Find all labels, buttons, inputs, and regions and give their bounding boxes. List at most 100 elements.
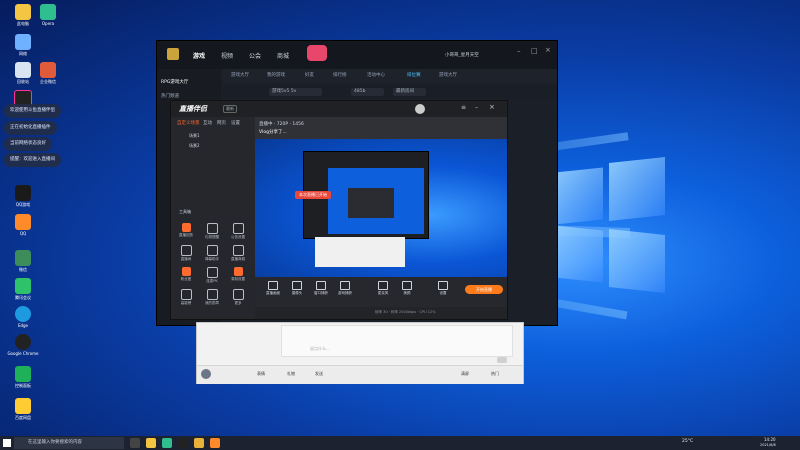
avatar[interactable] xyxy=(201,369,211,379)
app-icon[interactable] xyxy=(194,438,204,448)
app-icon[interactable] xyxy=(162,438,172,448)
minimize-button[interactable]: – xyxy=(517,47,521,55)
filter-select[interactable]: 485b xyxy=(351,88,384,96)
taskview-icon[interactable] xyxy=(130,438,140,448)
tool-item[interactable]: 直播回放 xyxy=(177,223,195,238)
tool-item[interactable]: 礼物提醒 xyxy=(203,223,221,240)
tool-item[interactable]: 录制设置 xyxy=(229,267,247,282)
taskbar: 在这里输入你要搜索的内容 25°C 14:20 2021/6/8 xyxy=(0,436,800,450)
tool-beauty[interactable]: 美颜 xyxy=(399,281,415,296)
start-button[interactable] xyxy=(3,439,11,447)
stream-title[interactable]: Vlog分享了... xyxy=(259,129,287,135)
nav-video[interactable]: 视频 xyxy=(221,51,233,60)
subnav-item[interactable]: 好友 xyxy=(305,72,314,78)
avatar[interactable] xyxy=(415,104,425,114)
tool-scene[interactable]: 直播画面 xyxy=(265,281,281,296)
chat-tool[interactable]: 清屏 xyxy=(461,371,469,377)
toolbox-header: 工具箱 xyxy=(179,209,191,214)
filter-select[interactable]: 游戏5v5 5v xyxy=(269,88,322,96)
desktop-icon-qq-game[interactable]: QQ游戏 xyxy=(5,185,41,213)
desktop-icon-opera[interactable]: Opera xyxy=(30,4,66,32)
tab-web[interactable]: 网页 xyxy=(217,120,226,126)
game-filter-bar: 游戏5v5 5v 485b 最新房间 xyxy=(223,85,557,99)
tool-settings[interactable]: 设置 xyxy=(435,281,451,296)
subnav-item[interactable]: 排行榜 xyxy=(333,72,347,78)
notification-toast[interactable]: 提醒：欢迎进入直播间 xyxy=(4,153,61,167)
tool-item[interactable]: 更多 xyxy=(229,289,247,306)
live-status-bar: 帧率 30 · 码率 2500kbps · CPU 12% xyxy=(255,307,507,319)
tool-item[interactable]: 我的勋章 xyxy=(203,289,221,306)
tool-item[interactable]: 直播间 xyxy=(177,245,195,262)
chat-tool[interactable]: 发送 xyxy=(315,371,323,377)
notification-toast[interactable]: 欢迎使用斗鱼直播伴侣 xyxy=(4,104,61,118)
app-icon[interactable] xyxy=(178,438,188,448)
chat-tool[interactable]: 热门 xyxy=(491,371,499,377)
tab-scene[interactable]: 自定义场景 xyxy=(177,120,200,126)
menu-icon[interactable]: ≡ xyxy=(461,104,466,111)
windows-logo-icon xyxy=(555,157,665,293)
subnav-item[interactable]: 游戏大厅 xyxy=(439,72,457,78)
desktop-icon-baidu-netdisk[interactable]: 百度网盘 xyxy=(5,398,41,426)
desktop-icon-chrome[interactable]: Google Chrome xyxy=(5,334,41,362)
tool-item[interactable]: 公告设置 xyxy=(229,223,247,240)
desktop-icon-control-panel[interactable]: 控制面板 xyxy=(5,366,41,394)
close-button[interactable]: × xyxy=(489,103,495,111)
chat-input[interactable]: 说点什么... xyxy=(281,325,513,357)
clock-time[interactable]: 14:20 xyxy=(764,437,776,442)
notification-toast[interactable]: 当前网络状态良好 xyxy=(4,137,52,151)
live-brand: 直播伴侣 xyxy=(179,105,207,113)
taskbar-search[interactable]: 在这里输入你要搜索的内容 xyxy=(14,437,124,449)
maximize-button[interactable]: □ xyxy=(531,47,538,55)
chat-send-button[interactable] xyxy=(497,357,507,363)
stream-info: 直播中 · 720P · 1456 xyxy=(259,122,304,127)
user-name[interactable]: 小哥哥_星月天空 xyxy=(445,52,479,58)
live-titlebar: 直播伴侣 最新 ≡ – × xyxy=(171,101,507,117)
chat-tool[interactable]: 礼物 xyxy=(287,371,295,377)
notification-toast[interactable]: 正在初始化直播插件 xyxy=(4,121,57,135)
desktop-icon-network[interactable]: 网络 xyxy=(5,34,41,62)
close-button[interactable]: × xyxy=(545,46,551,54)
tool-window-capture[interactable]: 窗口捕获 xyxy=(313,281,329,296)
desktop-icon-edge[interactable]: Edge xyxy=(5,306,41,334)
tool-item[interactable]: 直播商城 xyxy=(229,245,247,262)
app-icon[interactable] xyxy=(210,438,220,448)
desktop-icon-wechat[interactable]: 微信 xyxy=(5,250,41,278)
sidebar-item[interactable]: 热门频道 xyxy=(161,93,179,99)
start-live-button[interactable]: 开始直播 xyxy=(465,285,503,294)
nav-mall[interactable]: 商城 xyxy=(277,51,289,60)
tab-interact[interactable]: 互动 xyxy=(203,120,212,126)
tool-item[interactable]: 弹幕助手 xyxy=(203,245,221,262)
minimize-button[interactable]: – xyxy=(475,104,478,111)
sidebar-header[interactable]: RPG游戏大厅 xyxy=(161,79,188,85)
game-titlebar: 游戏 视频 公会 商城 小哥哥_星月天空 – □ × xyxy=(157,41,557,69)
promo-badge-icon[interactable] xyxy=(307,45,327,61)
filter-select[interactable]: 最新房间 xyxy=(393,88,426,96)
chat-window: 说点什么... 表情 礼物 发送 清屏 热门 xyxy=(196,322,524,384)
tool-camera[interactable]: 摄像头 xyxy=(289,281,305,296)
nav-guild[interactable]: 公会 xyxy=(249,51,261,60)
tool-microphone[interactable]: 麦克风 xyxy=(375,281,391,296)
tool-item[interactable]: 粉丝团 xyxy=(177,267,195,282)
desktop-icon-qq[interactable]: QQ xyxy=(5,214,41,242)
desktop-icon-enterprise-wechat[interactable]: 企业微信 xyxy=(30,62,66,90)
scene-item[interactable]: 场景1 xyxy=(189,133,200,139)
subnav-item[interactable]: 我的游戏 xyxy=(267,72,285,78)
file-explorer-icon[interactable] xyxy=(146,438,156,448)
chat-placeholder: 说点什么... xyxy=(310,346,330,351)
subnav-item-active[interactable]: 排位赛 xyxy=(407,72,421,78)
nav-game[interactable]: 游戏 xyxy=(193,51,205,60)
overlay-notice[interactable]: 本次直播已开始 xyxy=(295,191,331,199)
live-center-panel: 直播中 · 720P · 1456 Vlog分享了... 本次直播已开始 直播画… xyxy=(255,117,507,319)
clock-date[interactable]: 2021/6/8 xyxy=(760,443,776,447)
tab-settings[interactable]: 设置 xyxy=(231,120,240,126)
chat-tool[interactable]: 表情 xyxy=(257,371,265,377)
tool-item[interactable]: 连麦PK xyxy=(203,267,221,284)
stream-preview[interactable]: 本次直播已开始 xyxy=(255,139,507,277)
tool-game-capture[interactable]: 游戏捕获 xyxy=(337,281,353,296)
scene-item[interactable]: 场景2 xyxy=(189,143,200,149)
weather[interactable]: 25°C xyxy=(682,439,693,444)
subnav-item[interactable]: 活动中心 xyxy=(367,72,385,78)
desktop-icon-meeting[interactable]: 腾讯会议 xyxy=(5,278,41,306)
subnav-item[interactable]: 游戏大厅 xyxy=(231,72,249,78)
tool-item[interactable]: 高能榜 xyxy=(177,289,195,306)
